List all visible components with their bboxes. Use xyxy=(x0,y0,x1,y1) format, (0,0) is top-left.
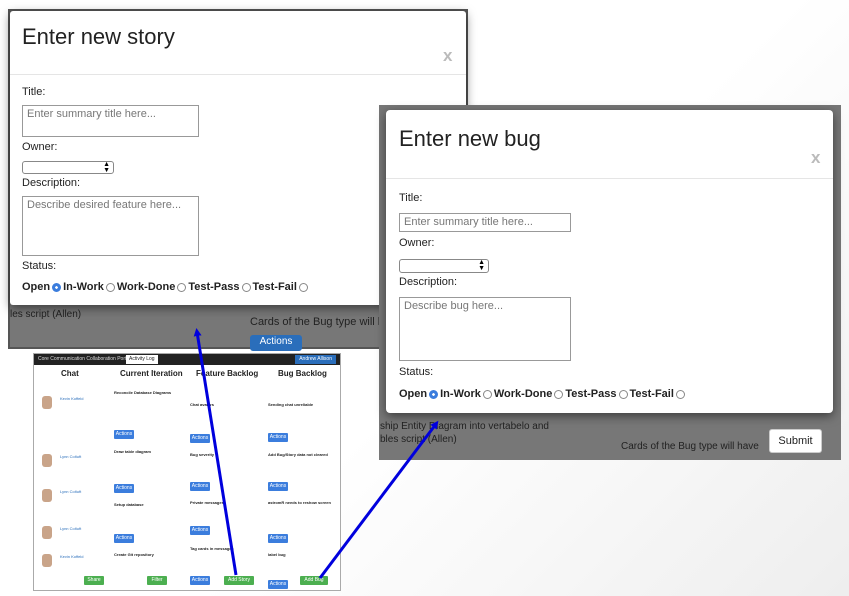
status-workdone-label: Work-Done xyxy=(493,388,553,400)
status-inwork-radio[interactable] xyxy=(482,389,492,399)
user-menu[interactable]: Andrew Allison xyxy=(295,355,336,364)
status-workdone-radio[interactable] xyxy=(177,282,187,292)
status-testpass-radio[interactable] xyxy=(241,282,251,292)
status-inwork-label: In-Work xyxy=(440,388,481,400)
bug-title-label: Title: xyxy=(399,192,423,204)
bug-owner-label: Owner: xyxy=(399,237,435,249)
status-open-label: Open xyxy=(22,281,51,293)
story-header-divider xyxy=(10,74,466,75)
status-inwork-label: In-Work xyxy=(63,281,104,293)
status-testpass-label: Test-Pass xyxy=(188,281,240,293)
story-title-label: Title: xyxy=(22,86,46,98)
bug-modal-title: Enter new bug xyxy=(399,126,541,151)
story-owner-label: Owner: xyxy=(22,141,58,153)
card-title: Private messages xyxy=(190,500,224,505)
share-button[interactable]: Share xyxy=(84,576,104,585)
bg-cards-text-2: Cards of the Bug type will have xyxy=(621,441,759,452)
bug-header-divider xyxy=(386,178,833,179)
bg-entity-text-1: ship Entity Diagram into vertabelo and xyxy=(380,421,549,432)
chat-name: Kevin Koffeld xyxy=(60,396,84,401)
chat-name: Lynn Coltuft xyxy=(60,454,82,459)
status-open-radio[interactable] xyxy=(429,389,439,399)
chat-name: Lynn Coltuft xyxy=(60,489,82,494)
card-title: Setup database xyxy=(114,502,144,507)
submit-button[interactable]: Submit xyxy=(769,429,822,453)
bg-cards-text: Cards of the Bug type will h xyxy=(250,316,384,328)
card-title: Sending chat unreliable xyxy=(268,402,314,407)
column-iteration-header: Current Iteration xyxy=(120,369,183,378)
status-workdone-label: Work-Done xyxy=(116,281,176,293)
status-testfail-radio[interactable] xyxy=(675,389,685,399)
select-arrows-icon: ▲ ▼ xyxy=(103,161,110,174)
story-close-icon[interactable]: x xyxy=(443,46,452,66)
navbar: Core Communication Collaboration Portal … xyxy=(34,354,340,365)
bg-actions-button: Actions xyxy=(250,335,302,351)
card-title: Chat avatars xyxy=(190,402,215,407)
avatar xyxy=(42,489,52,502)
bug-status-label: Status: xyxy=(399,366,434,378)
bug-title-input[interactable]: Enter summary title here... xyxy=(399,213,571,232)
filter-button[interactable]: Filter xyxy=(147,576,167,585)
card-title: astromR needs to reshow screen xyxy=(268,500,331,505)
status-open-label: Open xyxy=(399,388,428,400)
status-testpass-label: Test-Pass xyxy=(565,388,617,400)
actions-button[interactable]: Actions xyxy=(190,434,210,443)
story-status-label: Status: xyxy=(22,260,57,272)
bug-close-icon[interactable]: x xyxy=(811,148,820,168)
actions-button[interactable]: Actions xyxy=(190,482,210,491)
story-status-group: Open In-Work Work-Done Test-Pass Test-Fa… xyxy=(22,281,310,293)
story-description-label: Description: xyxy=(22,177,81,189)
card-title: Draw table diagram xyxy=(114,449,151,454)
chat-name: Lynn Coltuft xyxy=(60,526,82,531)
actions-button[interactable]: Actions xyxy=(268,433,288,442)
card-title: Tag cards in messages xyxy=(190,546,234,551)
card-title: Create Git repository xyxy=(114,552,154,557)
status-testpass-radio[interactable] xyxy=(618,389,628,399)
card-title: label bug xyxy=(268,552,286,557)
actions-button[interactable]: Actions xyxy=(190,576,210,585)
story-bg-text: les script (Allen) xyxy=(10,309,82,320)
card-title: Bug severity xyxy=(190,452,215,457)
status-testfail-label: Test-Fail xyxy=(252,281,297,293)
bug-modal: Enter new bug x Title: Enter summary tit… xyxy=(386,110,833,413)
actions-button[interactable]: Actions xyxy=(268,482,288,491)
app-screenshot: Core Communication Collaboration Portal … xyxy=(33,353,341,591)
story-description-input[interactable]: Describe desired feature here... xyxy=(22,196,199,256)
avatar xyxy=(42,454,52,467)
card-title: Add Bug/Story data not cleared xyxy=(268,452,328,457)
select-arrows-icon: ▲ ▼ xyxy=(478,259,485,272)
actions-button[interactable]: Actions xyxy=(114,430,134,439)
add-story-button[interactable]: Add Story xyxy=(224,576,254,585)
actions-button[interactable]: Actions xyxy=(190,526,210,535)
actions-button[interactable]: Actions xyxy=(268,534,288,543)
story-modal-title: Enter new story xyxy=(22,24,175,49)
bg-entity-text-2: bles script (Allen) xyxy=(380,434,457,445)
bug-status-group: Open In-Work Work-Done Test-Pass Test-Fa… xyxy=(399,388,687,400)
avatar xyxy=(42,526,52,539)
status-inwork-radio[interactable] xyxy=(105,282,115,292)
status-testfail-radio[interactable] xyxy=(298,282,308,292)
bug-description-label: Description: xyxy=(399,276,458,288)
status-open-radio[interactable] xyxy=(52,282,62,292)
bug-description-input[interactable]: Describe bug here... xyxy=(399,297,571,361)
actions-button[interactable]: Actions xyxy=(114,484,134,493)
bug-owner-select[interactable]: ▲ ▼ xyxy=(399,259,489,273)
column-chat-header: Chat xyxy=(61,369,79,378)
add-bug-button[interactable]: Add Bug xyxy=(300,576,328,585)
status-workdone-radio[interactable] xyxy=(554,389,564,399)
brand-title: Core Communication Collaboration Portal xyxy=(38,356,131,362)
column-bug-header: Bug Backlog xyxy=(278,369,327,378)
chat-name: Kevin Koffeld xyxy=(60,554,84,559)
story-title-input[interactable]: Enter summary title here... xyxy=(22,105,199,137)
tab-activity-log[interactable]: Activity Log xyxy=(126,355,158,364)
story-owner-select[interactable]: ▲ ▼ xyxy=(22,161,114,174)
avatar xyxy=(42,396,52,409)
actions-button[interactable]: Actions xyxy=(114,534,134,543)
avatar xyxy=(42,554,52,567)
card-title: Reconcile Database Diagrams xyxy=(114,390,172,395)
actions-button[interactable]: Actions xyxy=(268,580,288,589)
column-feature-header: Feature Backlog xyxy=(196,369,259,378)
status-testfail-label: Test-Fail xyxy=(629,388,674,400)
